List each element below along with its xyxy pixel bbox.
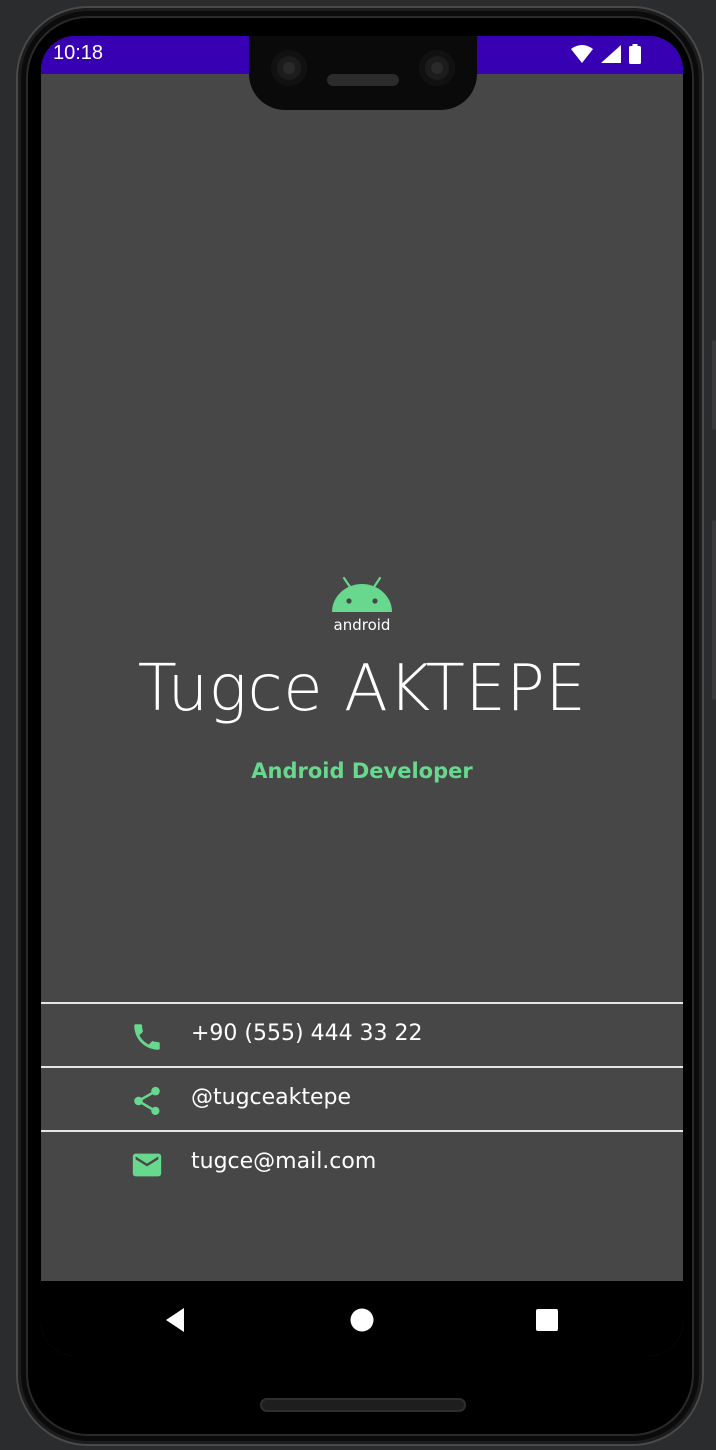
share-icon bbox=[134, 1086, 160, 1116]
back-icon[interactable] bbox=[160, 1305, 190, 1335]
wifi-icon bbox=[571, 45, 593, 63]
screen: 10:18 android Tugce AKTEPE Android Devel… bbox=[41, 36, 683, 1356]
contact-social-text: @tugceaktepe bbox=[191, 1085, 352, 1110]
contact-email-text: tugce@mail.com bbox=[191, 1149, 377, 1174]
front-camera-left bbox=[271, 50, 307, 86]
contact-row-email[interactable]: tugce@mail.com bbox=[41, 1130, 683, 1196]
power-button bbox=[712, 520, 716, 700]
android-logo-icon: android bbox=[332, 576, 392, 634]
home-icon[interactable] bbox=[347, 1305, 377, 1335]
battery-icon bbox=[629, 44, 641, 64]
contact-phone-text: +90 (555) 444 33 22 bbox=[191, 1021, 423, 1046]
phone-icon bbox=[134, 1024, 160, 1050]
profile-name: Tugce AKTEPE bbox=[137, 652, 587, 726]
profile-title: Android Developer bbox=[251, 759, 473, 783]
android-logo-text: android bbox=[334, 616, 391, 634]
status-icons bbox=[571, 44, 641, 64]
status-time: 10:18 bbox=[53, 42, 104, 64]
phone-bottom-grille bbox=[260, 1398, 466, 1412]
email-icon bbox=[132, 1153, 162, 1177]
earpiece-speaker bbox=[327, 74, 399, 86]
contact-row-phone[interactable]: +90 (555) 444 33 22 bbox=[41, 1002, 683, 1068]
cell-signal-icon bbox=[601, 45, 621, 63]
navigation-bar bbox=[41, 1281, 683, 1356]
contact-row-social[interactable]: @tugceaktepe bbox=[41, 1066, 683, 1132]
volume-button bbox=[712, 340, 716, 430]
camera-notch bbox=[249, 36, 477, 110]
front-camera-right bbox=[419, 50, 455, 86]
recents-icon[interactable] bbox=[532, 1305, 562, 1335]
